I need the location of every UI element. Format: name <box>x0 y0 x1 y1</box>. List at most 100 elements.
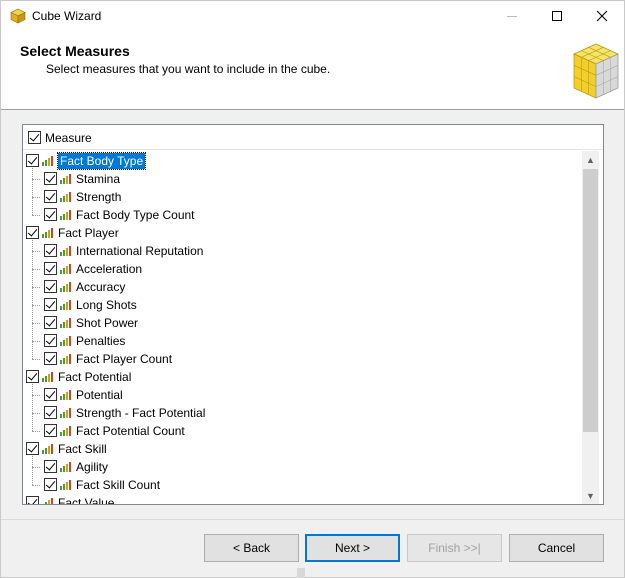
measure-checkbox[interactable] <box>44 262 57 275</box>
measure-checkbox[interactable] <box>44 172 57 185</box>
measures-tree: Measure Fact Body Type Stamina Strength Fac… <box>22 124 604 505</box>
measure-icon <box>59 407 72 419</box>
measure-row[interactable]: Penalties <box>26 332 582 350</box>
measure-icon <box>59 479 72 491</box>
measure-label: Stamina <box>76 172 121 186</box>
measure-checkbox[interactable] <box>44 406 57 419</box>
measure-checkbox[interactable] <box>44 280 57 293</box>
tree-guide-line <box>32 413 40 414</box>
measure-label: Fact Value <box>58 496 115 505</box>
measure-row[interactable]: Agility <box>26 458 582 476</box>
measure-checkbox[interactable] <box>26 370 39 383</box>
measure-row[interactable]: Strength <box>26 188 582 206</box>
measure-row[interactable]: Shot Power <box>26 314 582 332</box>
close-button[interactable] <box>579 1 625 31</box>
measure-checkbox[interactable] <box>44 316 57 329</box>
measure-group-row[interactable]: Fact Potential <box>26 368 582 386</box>
tree-guide-line <box>32 197 40 198</box>
measure-icon <box>41 227 54 239</box>
measure-label: Strength <box>76 190 122 204</box>
measure-row[interactable]: Accuracy <box>26 278 582 296</box>
measure-checkbox[interactable] <box>44 478 57 491</box>
measure-icon <box>41 497 54 504</box>
measure-icon <box>59 263 72 275</box>
measure-row[interactable]: Fact Skill Count <box>26 476 582 494</box>
measure-row[interactable]: Fact Body Type Count <box>26 206 582 224</box>
tree-guide-line <box>32 384 33 431</box>
measure-checkbox[interactable] <box>44 208 57 221</box>
measure-label: Accuracy <box>76 280 126 294</box>
measure-row[interactable]: International Reputation <box>26 242 582 260</box>
tree-guide-line <box>32 240 33 359</box>
tree-scrollbar[interactable]: ▲ ▼ <box>582 151 599 504</box>
page-subtitle: Select measures that you want to include… <box>46 62 331 76</box>
tree-guide-line <box>32 168 33 215</box>
next-button[interactable]: Next > <box>305 534 400 562</box>
measure-group-row[interactable]: Fact Value <box>26 494 582 505</box>
measure-icon <box>59 191 72 203</box>
tree-guide-line <box>32 456 33 485</box>
measure-row[interactable]: Acceleration <box>26 260 582 278</box>
measure-icon <box>59 425 72 437</box>
cube-wizard-window: Cube Wizard Select Measures Select measu… <box>0 0 625 578</box>
footer-divider <box>1 519 624 520</box>
measure-row[interactable]: Fact Potential Count <box>26 422 582 440</box>
measure-checkbox[interactable] <box>44 298 57 311</box>
cube-graphic-icon <box>573 43 619 99</box>
measure-group-row[interactable]: Fact Skill <box>26 440 582 458</box>
measure-icon <box>59 173 72 185</box>
measure-group-row[interactable]: Fact Player <box>26 224 582 242</box>
minimize-button[interactable] <box>489 1 535 31</box>
select-all-checkbox[interactable] <box>28 131 41 144</box>
measure-checkbox[interactable] <box>26 442 39 455</box>
measure-label: International Reputation <box>76 244 204 258</box>
measure-icon <box>41 371 54 383</box>
measure-checkbox[interactable] <box>44 460 57 473</box>
measure-row[interactable]: Strength - Fact Potential <box>26 404 582 422</box>
measure-checkbox[interactable] <box>26 226 39 239</box>
measure-row[interactable]: Stamina <box>26 170 582 188</box>
measure-row[interactable]: Fact Player Count <box>26 350 582 368</box>
measure-label: Fact Body Type Count <box>76 208 195 222</box>
cancel-button[interactable]: Cancel <box>509 534 604 562</box>
measure-group-row[interactable]: Fact Body Type <box>26 152 582 170</box>
measure-label: Agility <box>76 460 109 474</box>
close-icon <box>596 10 608 22</box>
tree-guide-line <box>32 215 40 216</box>
scroll-thumb[interactable] <box>583 169 598 432</box>
measure-checkbox[interactable] <box>44 334 57 347</box>
measure-checkbox[interactable] <box>26 154 39 167</box>
window-title: Cube Wizard <box>32 9 102 23</box>
measure-checkbox[interactable] <box>44 388 57 401</box>
measure-checkbox[interactable] <box>44 244 57 257</box>
measure-column-header: Measure <box>23 125 603 150</box>
measure-label: Fact Player Count <box>76 352 173 366</box>
tree-body: Fact Body Type Stamina Strength Fact Body T… <box>26 152 582 505</box>
tree-guide-line <box>32 485 40 486</box>
wizard-header: Select Measures Select measures that you… <box>1 31 624 110</box>
measure-checkbox[interactable] <box>44 190 57 203</box>
back-button[interactable]: < Back <box>204 534 299 562</box>
measure-row[interactable]: Long Shots <box>26 296 582 314</box>
measure-label: Fact Body Type <box>56 152 147 170</box>
tree-guide-line <box>32 251 40 252</box>
measure-icon <box>41 443 54 455</box>
measure-label: Fact Potential Count <box>76 424 185 438</box>
finish-button[interactable]: Finish >>| <box>407 534 502 562</box>
measure-checkbox[interactable] <box>26 496 39 504</box>
measure-label: Penalties <box>76 334 126 348</box>
measure-column-label: Measure <box>45 131 92 145</box>
measure-label: Fact Skill <box>58 442 107 456</box>
measure-label: Fact Potential <box>58 370 132 384</box>
page-title: Select Measures <box>20 43 130 59</box>
maximize-button[interactable] <box>534 1 580 31</box>
scroll-down-icon[interactable]: ▼ <box>582 487 599 504</box>
measure-icon <box>59 353 72 365</box>
measure-label: Strength - Fact Potential <box>76 406 206 420</box>
measure-icon <box>59 461 72 473</box>
measure-checkbox[interactable] <box>44 352 57 365</box>
measure-row[interactable]: Potential <box>26 386 582 404</box>
measure-checkbox[interactable] <box>44 424 57 437</box>
scroll-up-icon[interactable]: ▲ <box>582 151 599 168</box>
tree-guide-line <box>32 323 40 324</box>
